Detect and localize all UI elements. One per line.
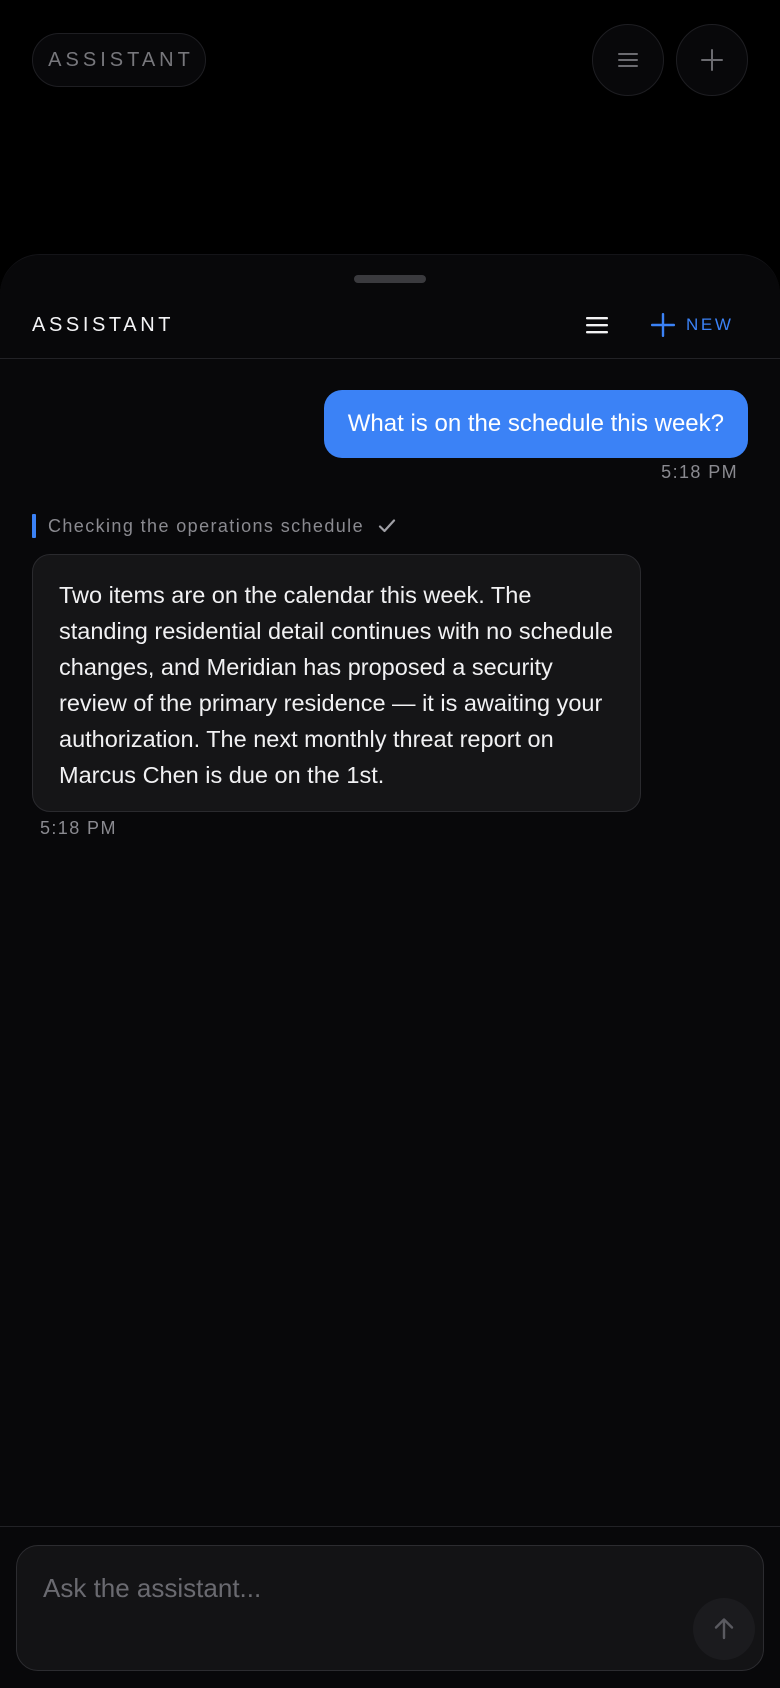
hamburger-icon xyxy=(586,317,608,334)
assistant-message-time: 5:18 PM xyxy=(40,818,117,838)
arrow-up-icon xyxy=(714,1618,734,1640)
sheet-header: ASSISTANT NEW xyxy=(0,307,780,359)
assistant-message-text: Two items are on the calendar this week.… xyxy=(59,582,613,788)
background-header: ASSISTANT xyxy=(0,0,780,260)
user-message-bubble: What is on the schedule this week? xyxy=(323,390,748,458)
menu-button[interactable] xyxy=(582,312,612,338)
plus-icon xyxy=(651,313,675,337)
sheet-title: ASSISTANT xyxy=(32,314,175,336)
composer xyxy=(16,1545,764,1671)
check-icon xyxy=(378,518,396,534)
assistant-message-bubble: Two items are on the calendar this week.… xyxy=(32,554,641,812)
status-accent-bar xyxy=(32,514,36,538)
message-input[interactable] xyxy=(43,1568,643,1608)
background-assistant-label: ASSISTANT xyxy=(48,48,194,71)
background-assistant-pill[interactable]: ASSISTANT xyxy=(32,33,206,87)
hamburger-icon xyxy=(618,53,638,67)
assistant-status-row: Checking the operations schedule xyxy=(32,514,396,538)
user-message-text: What is on the schedule this week? xyxy=(347,410,724,437)
background-menu-button[interactable] xyxy=(592,24,664,96)
assistant-status-text: Checking the operations schedule xyxy=(48,515,364,536)
send-button[interactable] xyxy=(693,1598,755,1660)
composer-divider xyxy=(0,1526,780,1527)
user-message-time: 5:18 PM xyxy=(661,462,738,482)
background-new-button[interactable] xyxy=(676,24,748,96)
new-chat-button[interactable]: NEW xyxy=(650,307,733,343)
new-chat-label: NEW xyxy=(686,315,734,334)
sheet-grabber[interactable] xyxy=(354,275,426,283)
plus-icon xyxy=(701,49,723,71)
